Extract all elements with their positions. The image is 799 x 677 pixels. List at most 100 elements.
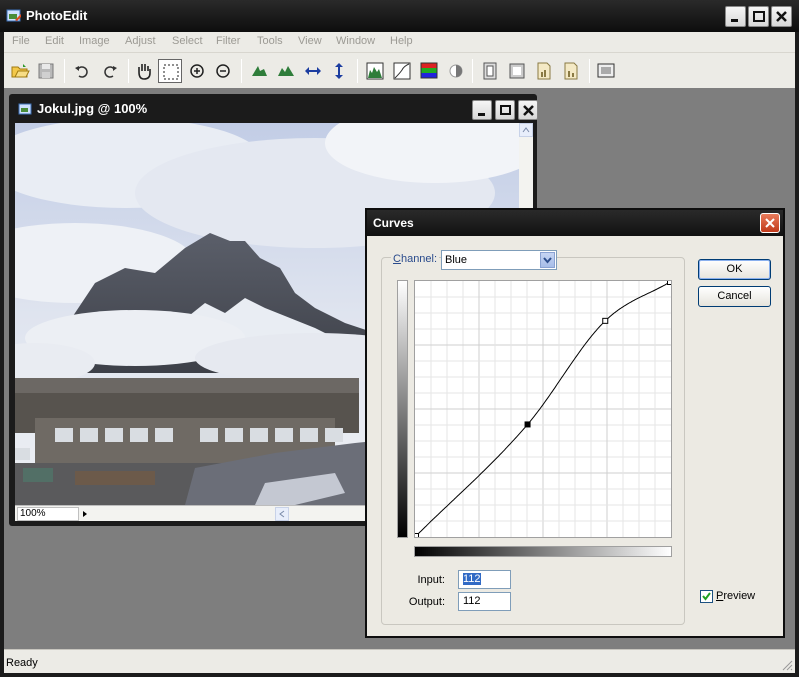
menu-image[interactable]: Image [79,35,110,47]
document-close-button[interactable] [518,100,538,120]
photoedit-window: PhotoEdit File Edit Image Adjust Select … [0,0,799,677]
frame-button[interactable] [478,59,502,83]
curves-button[interactable] [390,59,414,83]
canvas-size-button[interactable] [505,59,529,83]
hand-tool-button[interactable] [132,59,156,83]
control-point[interactable] [413,533,419,539]
checkmark-icon [702,592,711,601]
output-label: Output: [408,596,445,608]
rotate-left-button[interactable] [247,59,271,83]
rotate-right-button[interactable] [274,59,298,83]
app-title: PhotoEdit [26,8,88,23]
document-icon [18,102,33,117]
menu-view[interactable]: View [298,35,322,47]
toolbar-separator [241,59,242,83]
play-arrow-icon [83,511,87,517]
selected-control-point[interactable] [524,421,531,428]
redo-button[interactable] [98,59,122,83]
flip-vertical-button[interactable] [327,59,351,83]
zoom-in-button[interactable] [185,59,209,83]
menu-select[interactable]: Select [172,35,203,47]
scroll-left-button[interactable] [275,507,289,521]
minimize-icon [478,113,485,116]
preview-checkbox[interactable] [700,590,713,603]
close-icon [523,105,534,116]
flip-vertical-icon [335,63,343,79]
frame-icon [483,62,497,80]
zoom-out-button[interactable] [211,59,235,83]
channel-dropdown-button[interactable] [540,252,555,268]
maximize-button[interactable] [748,6,769,27]
toolbar-separator [472,59,473,83]
input-value: 112 [463,573,481,585]
canvas-size-icon [509,63,525,79]
flip-horizontal-button[interactable] [301,59,325,83]
undo-button[interactable] [70,59,94,83]
preview-label[interactable]: Preview [716,590,755,602]
curve-plot[interactable] [413,279,673,539]
ok-button[interactable]: OK [698,259,771,280]
zoom-field[interactable]: 100% [17,507,79,521]
curve-graph[interactable] [413,279,673,539]
image-size-icon [537,62,551,80]
menu-help[interactable]: Help [390,35,413,47]
input-field[interactable]: 112 [458,570,511,589]
toolbar-separator [589,59,590,83]
rotate-left-icon [252,66,267,76]
minimize-icon [731,19,738,22]
fit-screen-button[interactable] [594,59,618,83]
app-icon [6,8,22,24]
output-gradient-bar [397,280,408,538]
hand-icon [138,64,151,80]
open-button[interactable] [8,59,32,83]
levels-button[interactable] [363,59,387,83]
toolbar-separator [64,59,65,83]
control-point[interactable] [602,317,609,324]
close-icon [765,218,775,228]
menubar: File Edit Image Adjust Select Filter Too… [4,32,795,52]
close-icon [776,11,787,22]
image-size-button[interactable] [532,59,556,83]
menu-filter[interactable]: Filter [216,35,240,47]
close-button[interactable] [771,6,792,27]
zoom-out-icon [216,64,230,78]
rotate-right-icon [278,66,294,76]
channel-select[interactable]: Blue [441,250,557,270]
resample-button[interactable] [559,59,583,83]
minimize-button[interactable] [725,6,746,27]
maximize-icon [500,105,511,115]
document-minimize-button[interactable] [472,100,492,120]
document-maximize-button[interactable] [495,100,515,120]
menu-tools[interactable]: Tools [257,35,283,47]
flip-horizontal-icon [305,67,321,75]
curves-close-button[interactable] [760,213,780,233]
curves-titlebar[interactable]: Curves [367,210,783,236]
menu-file[interactable]: File [12,35,30,47]
channel-label: Channel: [391,253,440,265]
status-text: Ready [6,657,38,669]
cancel-button[interactable]: Cancel [698,286,771,307]
levels-icon [366,62,384,80]
menu-adjust[interactable]: Adjust [125,35,156,47]
control-point[interactable] [667,279,673,285]
resize-grip-icon[interactable] [781,659,793,671]
input-gradient-bar [414,546,672,557]
status-bar: Ready [4,649,795,673]
fit-screen-icon [597,63,615,78]
save-button[interactable] [34,59,58,83]
scroll-up-icon [519,123,533,137]
zoom-menu-arrow[interactable] [79,507,91,521]
app-titlebar[interactable]: PhotoEdit [0,0,799,32]
open-icon [11,64,30,78]
marquee-tool-button[interactable] [158,59,182,83]
chevron-down-icon [543,257,552,264]
menu-window[interactable]: Window [336,35,375,47]
brightness-button[interactable] [444,59,468,83]
maximize-icon [753,11,765,22]
toolbar [4,52,795,88]
marquee-icon [163,64,179,80]
toolbar-separator [357,59,358,83]
menu-edit[interactable]: Edit [45,35,64,47]
color-balance-button[interactable] [417,59,441,83]
output-field[interactable]: 112 [458,592,511,611]
